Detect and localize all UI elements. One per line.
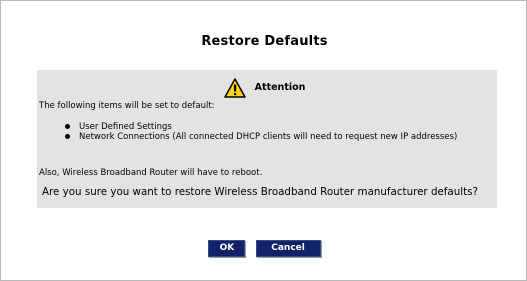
warning-triangle-icon [223, 77, 246, 98]
restore-defaults-dialog: Restore Defaults Attention The following… [0, 0, 527, 281]
list-item: User Defined Settings [65, 122, 465, 132]
reboot-note: Also, Wireless Broadband Router will hav… [39, 168, 263, 178]
page-title: Restore Defaults [201, 34, 328, 49]
attention-header: Attention [1, 77, 527, 98]
cancel-button[interactable]: Cancel [255, 240, 321, 257]
list-item: Network Connections (All connected DHCP … [65, 132, 465, 142]
list-item-label: Network Connections (All connected DHCP … [79, 132, 458, 142]
list-item-label: User Defined Settings [79, 122, 172, 132]
button-row: OK Cancel [1, 238, 527, 257]
intro-text: The following items will be set to defau… [39, 101, 215, 111]
bullet-icon [65, 134, 70, 139]
default-items-list: User Defined Settings Network Connection… [65, 122, 465, 142]
bullet-icon [65, 124, 70, 129]
ok-button[interactable]: OK [208, 240, 246, 257]
confirm-question: Are you sure you want to restore Wireles… [42, 186, 478, 198]
attention-label: Attention [254, 82, 306, 93]
